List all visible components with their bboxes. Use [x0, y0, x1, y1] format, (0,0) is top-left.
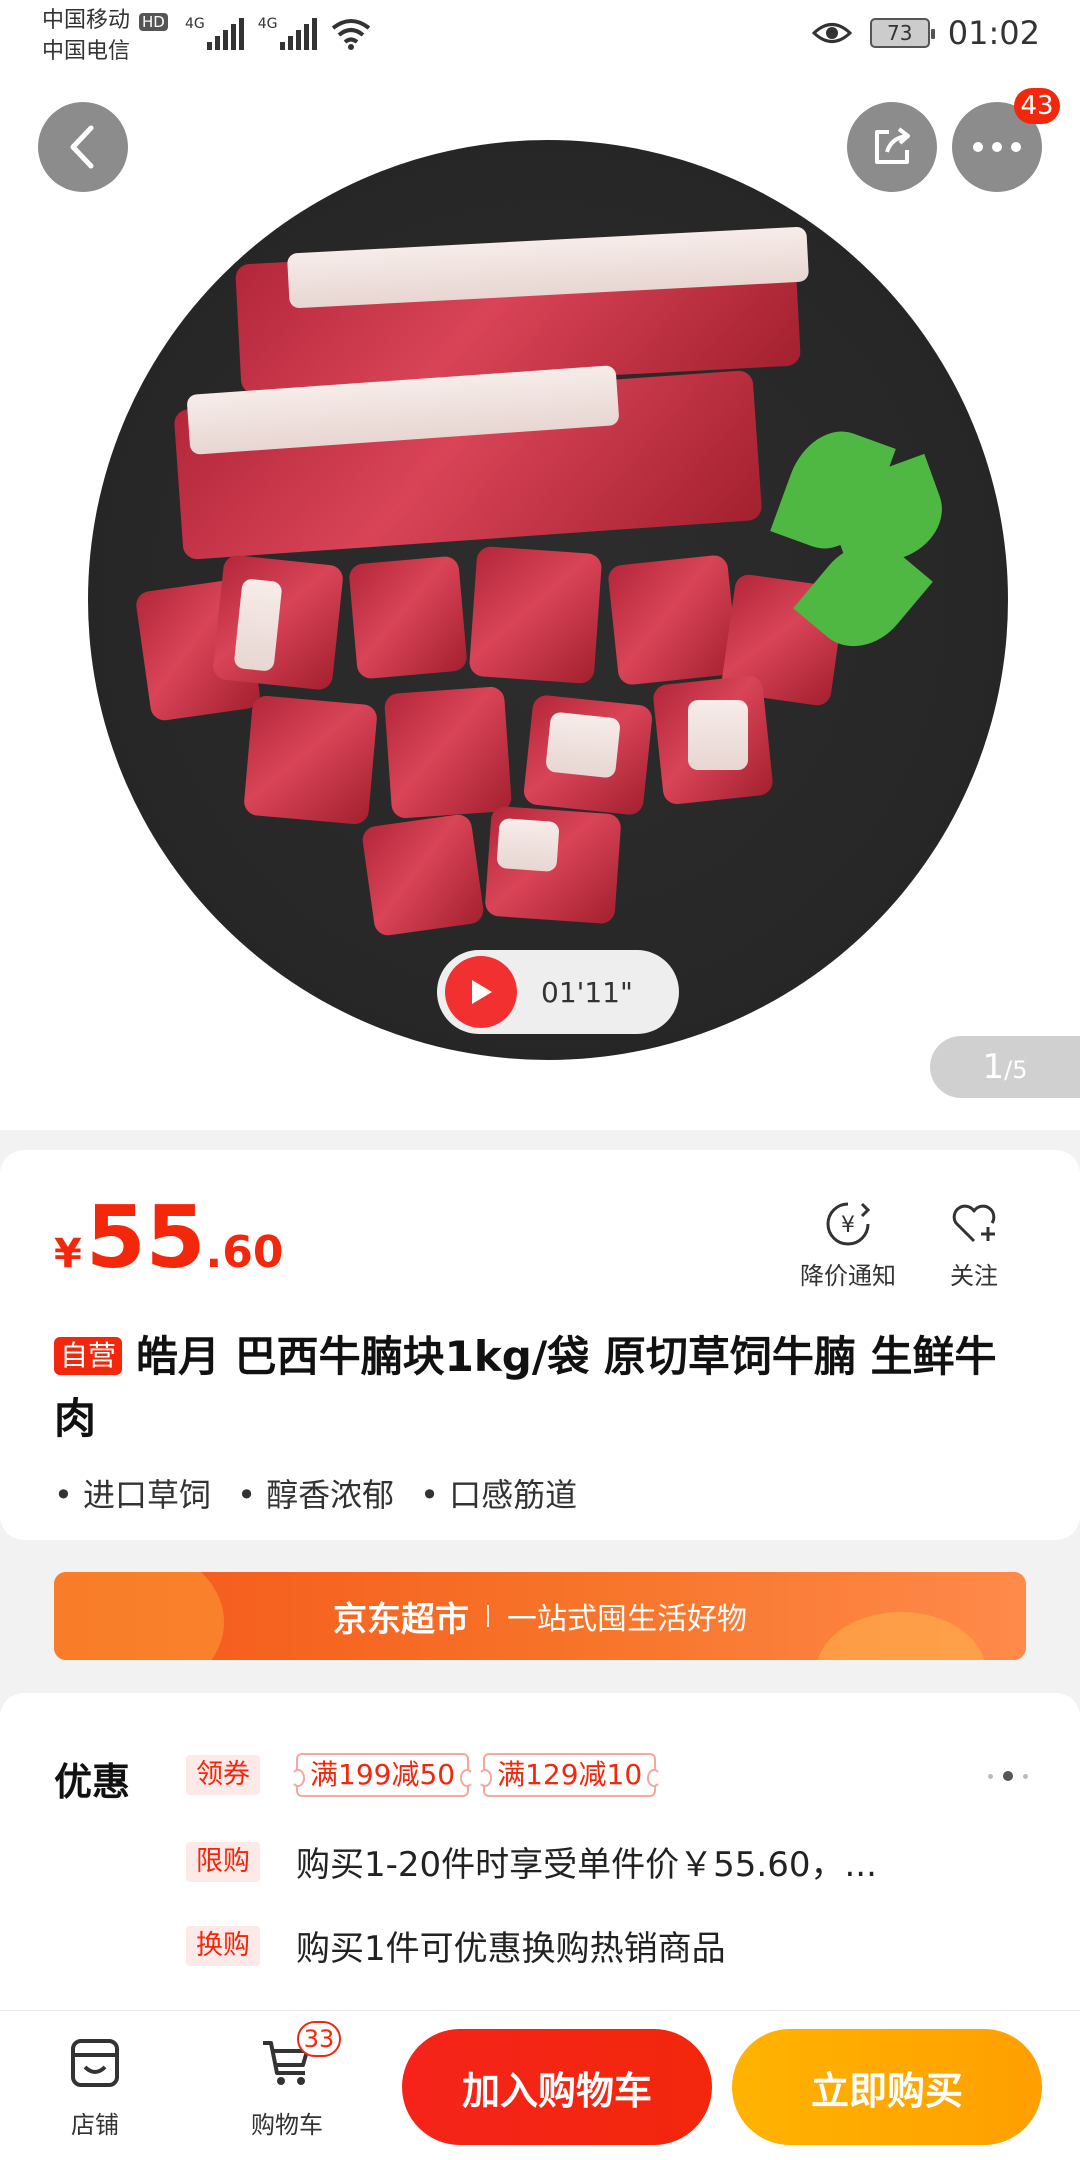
limit-text: 购买1-20件时享受单件价￥55.60，... [296, 1845, 877, 1885]
carrier-info: 中国移动 HD 中国电信 [42, 6, 168, 67]
eye-comfort-icon [811, 23, 852, 43]
follow-label: 关注 [950, 1262, 998, 1290]
shop-tab[interactable]: 店铺 [40, 2033, 150, 2140]
feature-item: • 进口草饲 [54, 1476, 212, 1514]
coupon-chip[interactable]: 满199减50 [290, 1753, 475, 1797]
hd-badge: HD [139, 13, 168, 31]
status-bar: 中国移动 HD 中国电信 4G 4G 73 01:02 [0, 0, 1080, 70]
exchange-text: 购买1件可优惠换购热销商品 [296, 1929, 726, 1969]
buy-now-button[interactable]: 立即购买 [732, 2029, 1042, 2145]
carrier-secondary: 中国电信 [42, 39, 131, 64]
play-icon [445, 956, 517, 1028]
exchange-tag: 换购 [186, 1925, 260, 1966]
self-operated-badge: 自营 [54, 1337, 123, 1375]
back-button[interactable] [38, 102, 128, 192]
banner-slogan: 一站式囤生活好物 [507, 1602, 747, 1637]
video-play-button[interactable]: 01'11" [437, 950, 679, 1034]
product-title-text: 皓月 巴西牛腩块1kg/袋 原切草饲牛腩 生鲜牛肉 [54, 1332, 997, 1443]
signal-indicators: 4G 4G [185, 16, 371, 50]
chevron-left-icon [70, 125, 94, 169]
price-integer: 55 [85, 1188, 206, 1288]
svg-text:¥: ¥ [841, 1213, 855, 1238]
more-promos-indicator [988, 1771, 1028, 1781]
feature-list: • 进口草饲 • 醇香浓郁 • 口感筋道 [54, 1470, 577, 1516]
image-pager: 1/5 [930, 1036, 1080, 1098]
coupon-chip[interactable]: 满129减10 [478, 1753, 662, 1797]
banner-brand: 京东超市 [333, 1599, 469, 1640]
wifi-icon [331, 19, 370, 50]
pager-total: /5 [1004, 1056, 1028, 1084]
signal-icon: 4G [258, 16, 317, 50]
feature-item: • 口感筋道 [420, 1476, 578, 1514]
heart-plus-icon [952, 1204, 996, 1243]
product-title: 自营 皓月 巴西牛腩块1kg/袋 原切草饲牛腩 生鲜牛肉 [54, 1326, 1014, 1450]
video-duration: 01'11" [541, 975, 633, 1009]
jd-supermarket-banner[interactable]: 京东超市 一站式囤生活好物 [54, 1572, 1026, 1660]
follow-button[interactable]: 关注 [950, 1200, 998, 1291]
bottom-action-bar: 店铺 33 购物车 加入购物车 立即购买 [0, 2010, 1080, 2160]
coupon-tag: 领券 [186, 1755, 260, 1795]
banner-divider [487, 1605, 489, 1627]
shop-icon [71, 2039, 119, 2087]
share-button[interactable] [847, 102, 937, 192]
share-icon [875, 127, 910, 164]
clock: 01:02 [947, 14, 1040, 52]
price-drop-bell-icon: ¥ [826, 1202, 871, 1246]
shop-label: 店铺 [71, 2111, 119, 2139]
exchange-row[interactable]: 换购 购买1件可优惠换购热销商品 [186, 1921, 726, 1970]
add-to-cart-button[interactable]: 加入购物车 [402, 2029, 712, 2145]
coupon-row[interactable]: 领券 满199减50 满129减10 [186, 1753, 670, 1797]
price: ¥55.60 [54, 1188, 284, 1288]
product-info-card: ¥55.60 ¥ 降价通知 关注 自营 皓月 巴西牛腩块1kg/袋 原切草饲牛腩 … [0, 1150, 1080, 1540]
battery-indicator: 73 [869, 18, 935, 48]
message-count-badge: 43 [1014, 88, 1060, 124]
more-button[interactable]: 43 [952, 88, 1060, 192]
cart-count-badge: 33 [297, 2021, 341, 2057]
price-alert-button[interactable]: ¥ 降价通知 [800, 1200, 896, 1291]
price-decimal: .60 [205, 1227, 284, 1278]
purchase-limit-row[interactable]: 限购 购买1-20件时享受单件价￥55.60，... [186, 1837, 877, 1886]
cart-tab[interactable]: 33 购物车 [232, 2021, 342, 2140]
promotions-title: 优惠 [54, 1760, 131, 1804]
cart-label: 购物车 [251, 2111, 323, 2139]
more-dots-icon [973, 142, 1021, 152]
limit-tag: 限购 [186, 1841, 260, 1882]
price-alert-label: 降价通知 [800, 1262, 896, 1290]
promotions-section[interactable]: 优惠 领券 满199减50 满129减10 限购 购买1-20件时享受单件价￥5… [0, 1693, 1080, 2013]
signal-icon: 4G [185, 16, 244, 50]
pager-current: 1 [982, 1047, 1005, 1087]
carrier-primary: 中国移动 [42, 8, 131, 33]
feature-item: • 醇香浓郁 [237, 1476, 395, 1514]
product-photo [88, 140, 1008, 1060]
